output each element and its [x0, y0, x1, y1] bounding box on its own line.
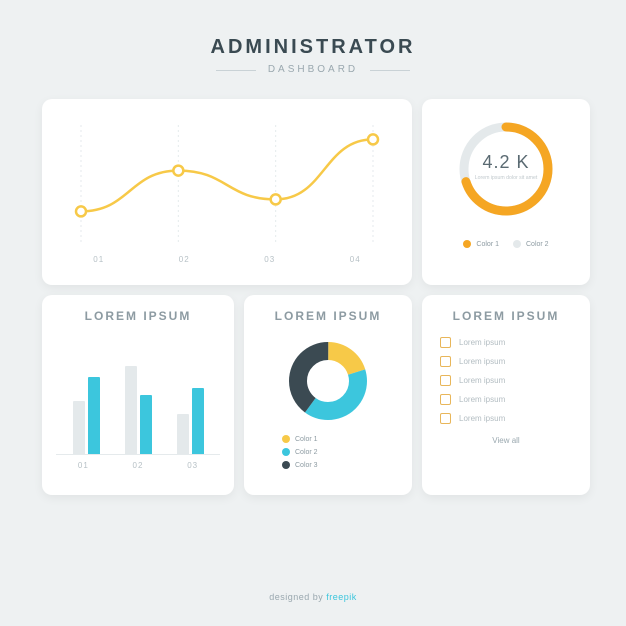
- footer-brand: freepik: [326, 592, 357, 602]
- legend-dot-icon: [282, 435, 290, 443]
- checklist-item[interactable]: Lorem ipsum: [440, 337, 572, 348]
- view-all-link[interactable]: View all: [436, 436, 576, 445]
- bar-chart-title: LOREM IPSUM: [56, 309, 220, 323]
- gauge-ring: 4.2 K Lorem ipsum dolor sit amet: [450, 113, 562, 225]
- bar-group: [73, 377, 100, 454]
- legend-label: Color 2: [295, 449, 318, 456]
- card-bar-chart: LOREM IPSUM 01 02 03: [42, 295, 234, 495]
- legend-dot-icon: [282, 448, 290, 456]
- checklist-item[interactable]: Lorem ipsum: [440, 375, 572, 386]
- bar: [192, 388, 204, 454]
- legend-item: Color 1: [463, 240, 499, 248]
- donut-title: LOREM IPSUM: [258, 309, 398, 323]
- bar: [140, 395, 152, 454]
- checklist-label: Lorem ipsum: [459, 357, 505, 366]
- checklist-label: Lorem ipsum: [459, 338, 505, 347]
- bar: [73, 401, 85, 454]
- bar-group: [125, 366, 152, 454]
- axis-tick: 03: [187, 461, 198, 470]
- card-donut: LOREM IPSUM Color 1 Color 2 Color 3: [244, 295, 412, 495]
- checklist-label: Lorem ipsum: [459, 414, 505, 423]
- bar: [125, 366, 137, 454]
- svg-text:Lorem ipsum dolor sit amet: Lorem ipsum dolor sit amet: [475, 175, 538, 181]
- dashboard-grid: 01 02 03 04 4.2 K Lorem ipsum dolor sit amet…: [0, 95, 626, 495]
- legend-label: Color 1: [295, 436, 318, 443]
- bar: [88, 377, 100, 454]
- checkbox-icon[interactable]: [440, 413, 451, 424]
- bar-chart: [56, 335, 220, 455]
- checkbox-icon[interactable]: [440, 375, 451, 386]
- axis-tick: 02: [179, 255, 190, 264]
- card-checklist: LOREM IPSUM Lorem ipsumLorem ipsumLorem …: [422, 295, 590, 495]
- axis-tick: 01: [78, 461, 89, 470]
- gauge-legend: Color 1 Color 2: [436, 240, 576, 248]
- bar-chart-xlabels: 01 02 03: [56, 461, 220, 470]
- checkbox-icon[interactable]: [440, 394, 451, 405]
- legend-item: Color 2: [282, 448, 318, 456]
- gauge-chart: 4.2 K Lorem ipsum dolor sit amet: [436, 113, 576, 230]
- legend-item: Color 2: [513, 240, 549, 248]
- legend-label: Color 2: [526, 241, 549, 248]
- legend-item: Color 1: [282, 435, 318, 443]
- checklist-item[interactable]: Lorem ipsum: [440, 356, 572, 367]
- bar: [177, 414, 189, 454]
- svg-text:4.2 K: 4.2 K: [482, 152, 529, 172]
- header-title: ADMINISTRATOR: [0, 36, 626, 59]
- line-chart-xlabels: 01 02 03 04: [56, 255, 398, 264]
- checkbox-icon[interactable]: [440, 337, 451, 348]
- legend-item: Color 3: [282, 461, 318, 469]
- legend-label: Color 1: [476, 241, 499, 248]
- checklist-label: Lorem ipsum: [459, 395, 505, 404]
- checklist-title: LOREM IPSUM: [436, 309, 576, 323]
- axis-tick: 02: [133, 461, 144, 470]
- card-line-chart: 01 02 03 04: [42, 99, 412, 285]
- legend-dot-icon: [282, 461, 290, 469]
- footer-attribution: designed by freepik: [0, 592, 626, 602]
- axis-tick: 01: [93, 255, 104, 264]
- header: ADMINISTRATOR DASHBOARD: [0, 0, 626, 95]
- footer-prefix: designed by: [269, 592, 323, 602]
- bar-group: [177, 388, 204, 454]
- checkbox-icon[interactable]: [440, 356, 451, 367]
- checklist-label: Lorem ipsum: [459, 376, 505, 385]
- checklist-item[interactable]: Lorem ipsum: [440, 394, 572, 405]
- header-subtitle: DASHBOARD: [268, 64, 358, 75]
- card-gauge: 4.2 KLorem ipsum dolor sit amet Color 1C…: [422, 99, 590, 285]
- legend-label: Color 3: [295, 462, 318, 469]
- axis-tick: 03: [264, 255, 275, 264]
- checklist: Lorem ipsum Lorem ipsum Lorem ipsum Lorem i…: [436, 335, 576, 426]
- checklist-item[interactable]: Lorem ipsum: [440, 413, 572, 424]
- legend-dot-icon: [513, 240, 521, 248]
- axis-tick: 04: [350, 255, 361, 264]
- donut-chart: [282, 335, 374, 427]
- legend-dot-icon: [463, 240, 471, 248]
- line-chart: [56, 113, 398, 253]
- donut-legend: Color 1 Color 2 Color 3: [258, 435, 398, 469]
